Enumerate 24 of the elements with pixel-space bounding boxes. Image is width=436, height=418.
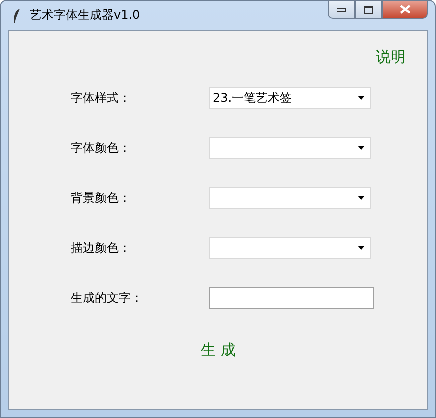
text-field[interactable] [209, 287, 374, 309]
close-button[interactable] [382, 0, 428, 19]
dropdown[interactable] [209, 137, 371, 159]
dropdown[interactable]: 23.一笔艺术签 [209, 87, 371, 109]
maximize-icon [364, 6, 373, 14]
caret-icon [358, 246, 365, 250]
field-label: 字体颜色： [71, 140, 132, 156]
maximize-button[interactable] [355, 0, 382, 19]
field-label: 背景颜色： [71, 190, 132, 206]
dropdown[interactable] [209, 187, 371, 209]
dropdown[interactable] [209, 237, 371, 259]
field-label: 生成的文字： [71, 290, 144, 306]
field-label: 字体样式： [71, 90, 132, 106]
caret-icon [358, 146, 365, 150]
window-title: 艺术字体生成器v1.0 [30, 7, 140, 24]
caret-icon [358, 196, 365, 200]
field-label: 描边颜色： [71, 240, 132, 256]
close-icon [400, 5, 410, 14]
minimize-button[interactable] [328, 0, 355, 19]
minimize-icon [337, 8, 346, 12]
generate-button[interactable]: 生 成 [201, 341, 236, 360]
help-link[interactable]: 说明 [376, 48, 406, 67]
caret-icon [358, 96, 365, 100]
feather-icon [12, 8, 22, 24]
